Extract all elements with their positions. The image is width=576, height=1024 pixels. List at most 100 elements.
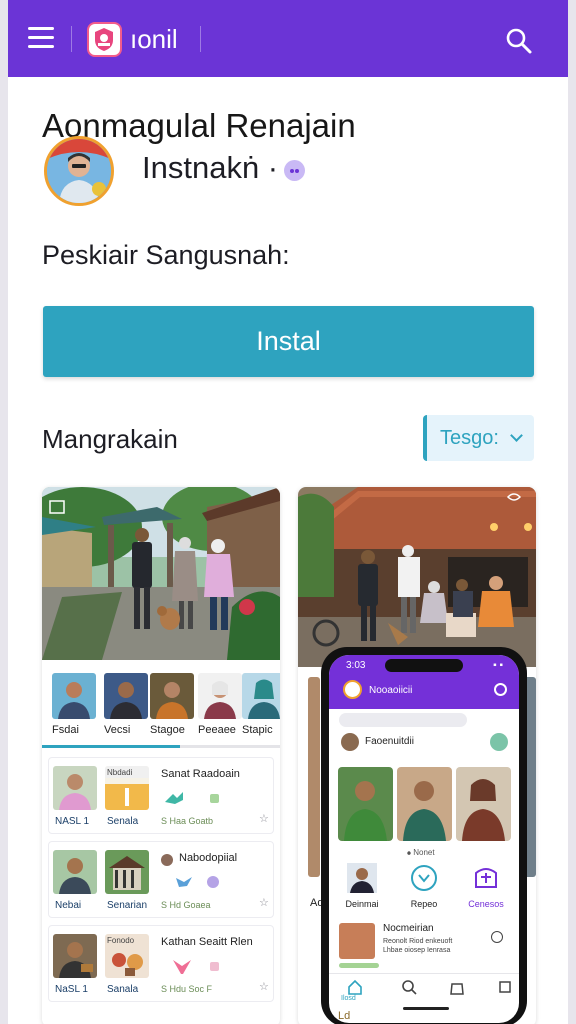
- strip-item[interactable]: Peeaee: [198, 673, 242, 738]
- install-label: Peskiair Sangusnah:: [42, 240, 290, 270]
- action-label: Cenesos: [468, 899, 504, 909]
- hamburger-icon[interactable]: [28, 27, 54, 49]
- profile-icon[interactable]: [490, 733, 508, 751]
- phone-app-title: Nooaoiicii: [369, 685, 413, 696]
- profile-card[interactable]: [338, 767, 393, 841]
- purple-dot-icon: [207, 876, 219, 888]
- radio-icon[interactable]: [491, 931, 503, 943]
- profile-card[interactable]: [456, 767, 511, 841]
- row-subtitle: Senala: [107, 816, 139, 827]
- peek-edge: [308, 677, 320, 877]
- strip-progress-bar: [42, 745, 280, 748]
- action-item[interactable]: Repeo: [399, 863, 449, 917]
- app-icon[interactable]: [343, 680, 362, 699]
- strip-label: Peeaee: [198, 724, 236, 736]
- tab-label: Ilosd: [341, 995, 356, 1002]
- item-photo: [339, 923, 375, 959]
- action-item[interactable]: Cenesos: [461, 863, 511, 917]
- star-icon[interactable]: ☆: [259, 980, 269, 993]
- person-photo: [53, 766, 97, 810]
- strip-item[interactable]: Stagoe: [150, 673, 194, 738]
- house-photo: [298, 487, 536, 667]
- item-line: Lhbae oiosep Ienrasa: [383, 947, 451, 954]
- gift-icon: [475, 868, 497, 888]
- tab-home[interactable]: Ilosd: [341, 979, 365, 1002]
- row-title: Kathan Seaitt Rlen: [161, 936, 253, 948]
- person-thumb: [104, 673, 148, 719]
- person-icon: [347, 863, 377, 893]
- person-thumb: [52, 673, 96, 719]
- app-frame: ıonil Aonmagulal Renajain Instnakṅ · Pes…: [8, 0, 568, 1024]
- verified-badge-icon: [284, 160, 305, 181]
- status-time: 3:03: [346, 660, 366, 671]
- village-photo: [42, 487, 280, 660]
- search-icon[interactable]: [504, 26, 534, 56]
- home-indicator: [403, 1007, 449, 1010]
- row-title: Sanat Raadoain: [161, 768, 240, 780]
- row-subtitle: Sanala: [107, 984, 139, 995]
- strip-item[interactable]: Fsdai: [52, 673, 96, 738]
- bottom-peek-text: Ld: [338, 1010, 351, 1022]
- row-name: Nebai: [55, 900, 82, 911]
- gear-icon[interactable]: [494, 683, 507, 696]
- tab-bag[interactable]: [447, 979, 467, 999]
- action-label: Deinmai: [345, 899, 379, 909]
- house-thumb: [105, 850, 149, 894]
- row-meta: S Hd Goaea: [161, 900, 211, 910]
- phone-list-item[interactable]: Nocmeirian Reonolt Riod enkeuoft Lhbae o…: [339, 923, 509, 969]
- divider: [329, 973, 519, 974]
- person-photo: [53, 850, 97, 894]
- action-item[interactable]: Deinmai: [337, 863, 387, 917]
- filter-dropdown[interactable]: Tesgo:: [423, 415, 534, 461]
- install-button[interactable]: Instal: [43, 306, 534, 377]
- row-meta: S Haa Goatb: [161, 816, 214, 826]
- brand-name: ıonil: [130, 24, 178, 54]
- phone-mockup: 3:03 ▪ ▪ Nooaoiicii Faoenuitdii ⦁ Nonet: [321, 647, 527, 1024]
- progress-fill: [42, 745, 181, 748]
- search-icon: [402, 980, 417, 995]
- divider: [200, 26, 201, 52]
- row-subtitle: Senarian: [107, 900, 148, 911]
- location-icon: [411, 865, 437, 891]
- bag-icon: [450, 983, 464, 995]
- strip-item[interactable]: Vecsi: [104, 673, 148, 738]
- list-item[interactable]: NaSL 1 Fonodo Sanala Kathan Seaitt Rlen …: [48, 925, 274, 1002]
- list-item[interactable]: Nebai Senarian Nabodopiial S Hd Goaea ☆: [48, 841, 274, 918]
- phone-notch: [385, 659, 463, 672]
- install-button-label: Instal: [256, 326, 321, 356]
- strip-label: Fsdai: [52, 724, 79, 736]
- person-thumb: [242, 673, 280, 719]
- user-name: Faoenuitdii: [365, 736, 414, 747]
- developer-name[interactable]: Instnakṅ ·: [142, 150, 278, 186]
- author-avatar: [161, 854, 173, 866]
- tab-more[interactable]: [495, 979, 515, 999]
- thumb-caption: Nbdadi: [107, 768, 133, 777]
- strip-label: Stagoe: [150, 724, 185, 736]
- card-caption: ⦁ Nonet: [407, 848, 435, 857]
- item-tag: [339, 963, 379, 968]
- more-icon: [499, 981, 511, 993]
- strip-label: Vecsi: [104, 724, 131, 736]
- thumb-caption: Fonodo: [107, 936, 135, 945]
- green-dot-icon: [210, 794, 219, 803]
- brand-logo[interactable]: [87, 22, 122, 57]
- star-icon[interactable]: ☆: [259, 896, 269, 909]
- list-item[interactable]: NASL 1 Nbdadi Senala Sanat Raadoain S Ha…: [48, 757, 274, 834]
- screenshot-card[interactable]: Fsdai Vecsi Stagoe Peeaee Stapic NASL 1 …: [42, 487, 280, 1024]
- strip-label: Stapic: [242, 724, 273, 736]
- star-icon[interactable]: ☆: [259, 812, 269, 825]
- row-name: NaSL 1: [55, 984, 88, 995]
- dropdown-value: Tesgo:: [440, 427, 499, 449]
- tab-search[interactable]: [399, 979, 419, 999]
- phone-screen: 3:03 ▪ ▪ Nooaoiicii Faoenuitdii ⦁ Nonet: [329, 655, 519, 1023]
- profile-card[interactable]: [397, 767, 452, 841]
- teal-shape-icon: [165, 792, 183, 804]
- developer-avatar[interactable]: [44, 136, 114, 206]
- user-avatar[interactable]: [341, 733, 359, 751]
- strip-item[interactable]: Stapic: [242, 673, 280, 738]
- item-title: Nocmeirian: [383, 923, 434, 934]
- phone-search-bar[interactable]: [339, 713, 467, 727]
- blue-shape-icon: [176, 877, 192, 887]
- row-title: Nabodopiial: [179, 852, 238, 864]
- pink-shape-icon: [173, 960, 191, 974]
